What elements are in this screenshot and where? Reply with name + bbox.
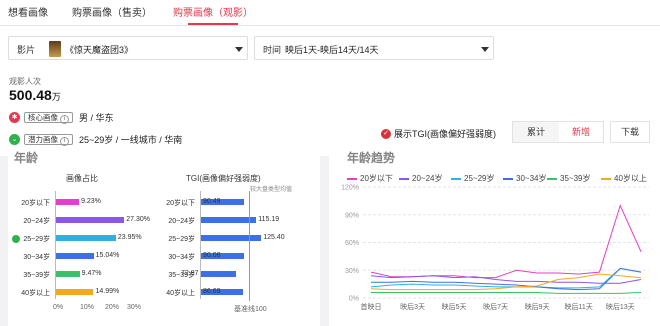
audience-count-label: 观影人次 xyxy=(9,77,41,86)
trend-chart: 0% 30% 60% 90% 120% 首映日 映后3天 映后5天 映后7天 映后9天 映后11天 映… xyxy=(341,185,649,311)
age-label: 30~34岁 xyxy=(23,254,50,261)
film-select-value: 《惊天魔盗团3》 xyxy=(65,45,134,55)
mode-segment: 累计 新增 xyxy=(512,121,604,143)
core-profile-tag[interactable]: 核心画像 i xyxy=(24,111,73,124)
age-label: 20岁以下 xyxy=(21,200,50,207)
tgi-axis xyxy=(200,191,201,299)
share-value: 15.04% xyxy=(95,252,120,259)
segment-new[interactable]: 新增 xyxy=(559,122,603,142)
time-select-label: 时间 xyxy=(263,45,282,55)
film-poster-icon xyxy=(49,41,61,57)
card-title: 年龄 xyxy=(14,151,39,165)
x-tick: 0% xyxy=(53,304,64,311)
tab-want-to-see[interactable]: 想看画像 xyxy=(8,4,48,19)
potential-profile-tag[interactable]: 潜力画像 i xyxy=(24,133,73,146)
share-bar[interactable] xyxy=(56,253,94,259)
age-label: 25~29岁 xyxy=(168,236,195,243)
share-bar[interactable] xyxy=(56,235,116,241)
tab-ticket-sales[interactable]: 购票画像（售卖） xyxy=(72,4,152,19)
age-label: 40岁以上 xyxy=(21,290,50,297)
y-tick: 0% xyxy=(349,296,359,303)
tgi-value: 90.08 xyxy=(203,252,221,259)
y-tick: 90% xyxy=(345,212,359,219)
share-axis xyxy=(55,191,56,299)
x-tick: 20% xyxy=(105,304,120,311)
age-label: 20~24岁 xyxy=(168,218,195,225)
chevron-down-icon xyxy=(481,47,489,52)
age-label: 20岁以下 xyxy=(166,200,195,207)
series-line xyxy=(370,275,642,284)
check-icon[interactable]: ✓ xyxy=(381,128,391,139)
series-line xyxy=(370,204,642,279)
y-tick: 30% xyxy=(345,268,359,275)
share-value: 27.30% xyxy=(126,216,150,223)
download-button[interactable]: 下载 xyxy=(610,121,650,143)
y-tick: 60% xyxy=(345,240,359,247)
share-value: 14.99% xyxy=(95,288,120,295)
time-select[interactable]: 时间 映后1天-映后14天/14天 xyxy=(254,36,494,60)
tgi-value: 90.49 xyxy=(203,198,221,205)
series-line xyxy=(371,291,642,294)
time-select-value: 映后1天-映后14天/14天 xyxy=(285,45,379,55)
segment-cumulative[interactable]: 累计 xyxy=(513,122,559,142)
share-value: 9.47% xyxy=(81,270,102,277)
share-value: 23.95% xyxy=(117,234,142,241)
tab-bar: 想看画像 购票画像（售卖） 购票画像（观影） xyxy=(0,0,660,26)
x-tick: 映后7天 xyxy=(483,302,508,311)
tgi-value: 72.87 xyxy=(181,270,199,277)
tgi-bar[interactable] xyxy=(201,271,236,277)
info-icon[interactable]: i xyxy=(60,114,69,124)
film-select-label: 影片 xyxy=(17,45,36,55)
share-bar[interactable] xyxy=(56,271,80,277)
potential-icon: ⌄ xyxy=(9,133,20,145)
chevron-down-icon xyxy=(235,47,243,52)
age-distribution-card: 年龄 画像占比 TGI(画像偏好强弱度) 较大盘类型均值 20岁以下 20岁以下 9… xyxy=(8,151,320,326)
film-select[interactable]: 影片 《惊天魔盗团3》 xyxy=(8,36,248,60)
info-icon[interactable]: i xyxy=(60,136,69,146)
baseline-label: 基准线100 xyxy=(234,306,267,313)
potential-profile-text: 25~29岁 / 一线城市 / 华南 xyxy=(79,134,183,145)
share-bar[interactable] xyxy=(56,217,125,223)
potential-marker-icon xyxy=(12,235,20,243)
tgi-baseline xyxy=(249,191,250,301)
target-icon: ✱ xyxy=(9,111,20,123)
tgi-header: TGI(画像偏好强弱度) xyxy=(186,174,261,183)
x-tick: 10% xyxy=(80,304,95,311)
potential-profile-row: ⌄ 潜力画像 i 25~29岁 / 一线城市 / 华南 xyxy=(9,132,182,146)
tgi-toggle-label: 展示TGI(画像偏好强弱度) xyxy=(394,129,496,139)
x-tick: 映后5天 xyxy=(442,302,467,311)
age-label: 20~24岁 xyxy=(23,218,50,225)
y-tick: 120% xyxy=(341,185,359,192)
x-tick: 映后3天 xyxy=(400,302,425,311)
x-tick: 首映日 xyxy=(361,302,382,311)
share-bar[interactable] xyxy=(56,289,94,295)
core-profile-row: ✱ 核心画像 i 男 / 华东 xyxy=(9,110,114,124)
age-label: 30~34岁 xyxy=(168,254,195,261)
tgi-value: 125.40 xyxy=(263,234,285,241)
filter-panel: 影片 《惊天魔盗团3》 时间 映后1天-映后14天/14天 观影人次 500.4… xyxy=(0,26,660,156)
share-bar[interactable] xyxy=(56,199,80,205)
tab-ticket-viewing[interactable]: 购票画像（观影） xyxy=(173,4,253,19)
x-tick: 30% xyxy=(127,304,142,311)
x-tick: 映后9天 xyxy=(525,302,550,311)
tgi-bar[interactable] xyxy=(201,235,262,241)
x-tick: 映后13天 xyxy=(606,302,635,311)
audience-count-value: 500.48万 xyxy=(9,87,61,103)
share-header: 画像占比 xyxy=(66,174,98,183)
tgi-value: 86.69 xyxy=(203,288,221,295)
age-label: 40岁以上 xyxy=(166,290,195,297)
tgi-toggle[interactable]: ✓ 展示TGI(画像偏好强弱度) xyxy=(381,127,496,140)
tgi-value: 115.19 xyxy=(258,216,280,223)
share-value: 9.23% xyxy=(81,198,101,205)
x-tick: 映后11天 xyxy=(565,302,593,311)
tgi-note: 较大盘类型均值 xyxy=(250,187,293,193)
age-trend-card: 年龄趋势 20岁以下 20~24岁 25~29岁 30~34岁 35~39岁 40岁以上 … xyxy=(329,151,660,326)
tgi-bar[interactable] xyxy=(201,217,257,223)
core-profile-text: 男 / 华东 xyxy=(79,112,114,123)
age-label: 35~39岁 xyxy=(23,272,50,279)
active-tab-indicator xyxy=(188,23,238,25)
